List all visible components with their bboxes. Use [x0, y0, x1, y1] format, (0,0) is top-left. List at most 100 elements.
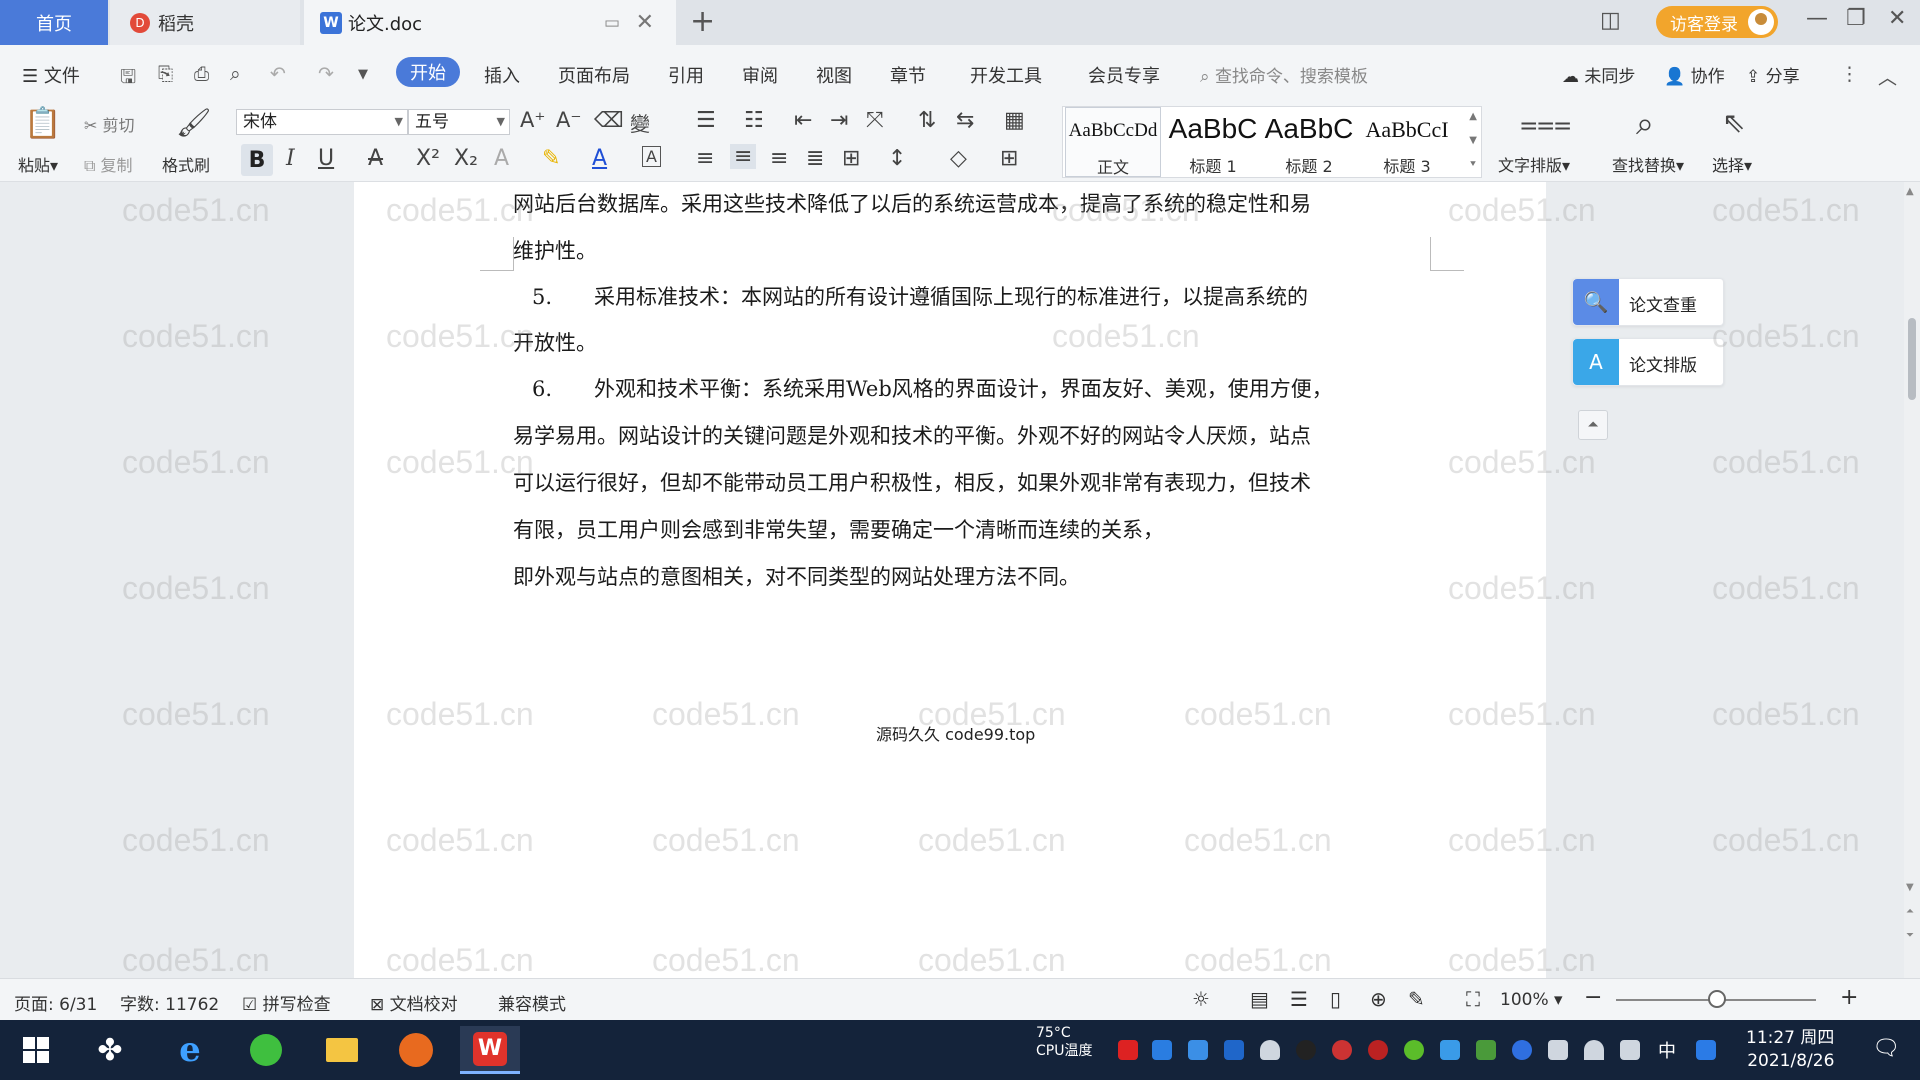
- redo-icon[interactable]: ↷: [318, 63, 334, 85]
- web-view-icon[interactable]: ⊕: [1370, 987, 1387, 1011]
- tab-view[interactable]: 视图: [816, 62, 852, 88]
- paste-button[interactable]: 粘贴▾: [18, 152, 58, 176]
- volume-icon[interactable]: [1620, 1040, 1640, 1060]
- line-spacing-icon[interactable]: ↕: [888, 146, 906, 171]
- italic-icon[interactable]: I: [286, 146, 295, 171]
- internet-explorer-icon[interactable]: e: [160, 1026, 220, 1074]
- justify-icon[interactable]: ≣: [806, 146, 824, 171]
- battery-icon[interactable]: [1548, 1040, 1568, 1060]
- style-heading-1[interactable]: AaBbC 标题 1: [1165, 107, 1261, 177]
- notification-center-icon[interactable]: 🗨: [1872, 1036, 1900, 1061]
- proofread-button[interactable]: ⊠ 文档校对: [370, 990, 458, 1015]
- edit-view-icon[interactable]: ✎: [1408, 987, 1425, 1011]
- align-right-icon[interactable]: ≡: [770, 146, 788, 171]
- undo-icon[interactable]: ↶: [270, 63, 286, 85]
- tab-member[interactable]: 会员专享: [1088, 62, 1160, 88]
- float-window-icon[interactable]: ▭: [604, 13, 620, 33]
- paste-icon[interactable]: 📋: [24, 106, 61, 141]
- zoom-in-icon[interactable]: +: [1840, 985, 1858, 1010]
- tab-review[interactable]: 审阅: [742, 62, 778, 88]
- spell-check-button[interactable]: ☑ 拼写检查: [242, 990, 331, 1015]
- tray-app-icon[interactable]: [1440, 1040, 1460, 1060]
- format-painter-icon[interactable]: 🖌: [176, 106, 212, 139]
- guest-login-button[interactable]: 访客登录: [1656, 6, 1778, 38]
- tab-section[interactable]: 章节: [890, 62, 926, 88]
- text-layout-icon[interactable]: ⩶: [1520, 106, 1571, 141]
- align-center-icon[interactable]: ≡: [730, 144, 757, 169]
- expand-styles-icon[interactable]: ⯆: [1469, 159, 1477, 170]
- tab-references[interactable]: 引用: [668, 62, 704, 88]
- nvidia-icon[interactable]: [1476, 1040, 1496, 1060]
- tray-app-icon[interactable]: [1188, 1040, 1208, 1060]
- reading-view-icon[interactable]: ▯: [1330, 987, 1341, 1011]
- close-tab-icon[interactable]: ✕: [636, 10, 654, 35]
- text-direction-icon[interactable]: ⤧: [866, 108, 884, 133]
- more-options-icon[interactable]: ⋮: [1840, 63, 1859, 85]
- superscript-icon[interactable]: X²: [416, 146, 440, 171]
- magnifier-icon[interactable]: ⌕: [1636, 104, 1654, 143]
- zoom-level[interactable]: 100% ▾: [1500, 990, 1563, 1010]
- font-name-select[interactable]: 宋体 ▼: [236, 109, 408, 135]
- file-explorer-icon[interactable]: [312, 1026, 372, 1074]
- numbered-list-icon[interactable]: ☷: [744, 108, 764, 133]
- tab-start[interactable]: 开始: [396, 57, 460, 87]
- increase-indent-icon[interactable]: ⇥: [830, 108, 848, 133]
- minimize-icon[interactable]: —: [1806, 6, 1828, 31]
- file-menu[interactable]: ☰ 文件: [22, 62, 80, 88]
- collaborate-button[interactable]: 👤 协作: [1664, 62, 1725, 87]
- strikethrough-icon[interactable]: A: [368, 146, 383, 171]
- document-page[interactable]: 网站后台数据库。采用这些技术降低了以后的系统运营成本，提高了系统的稳定性和易 维…: [354, 182, 1546, 978]
- wps-office-icon[interactable]: W: [460, 1026, 520, 1074]
- system-clock[interactable]: 11:27 周四 2021/8/26: [1746, 1027, 1834, 1073]
- tab-developer[interactable]: 开发工具: [970, 62, 1042, 88]
- cpu-temperature[interactable]: 75°C CPU温度: [1036, 1024, 1092, 1060]
- shield-icon[interactable]: [1224, 1040, 1244, 1060]
- align-left-icon[interactable]: ≡: [696, 146, 714, 171]
- zoom-slider-knob[interactable]: [1708, 990, 1726, 1008]
- decrease-indent-icon[interactable]: ⇤: [794, 108, 812, 133]
- tab-document[interactable]: W 论文.doc ▭ ✕: [304, 0, 676, 45]
- grow-font-icon[interactable]: A⁺: [520, 108, 545, 132]
- chevron-down-icon[interactable]: ▼: [1469, 135, 1477, 146]
- style-heading-3[interactable]: AaBbCcI 标题 3: [1359, 107, 1455, 177]
- tray-app-icon[interactable]: [1368, 1040, 1388, 1060]
- format-painter-button[interactable]: 格式刷: [162, 152, 210, 176]
- quick-access-dropdown-icon[interactable]: ▼: [358, 67, 368, 82]
- layout-toggle-icon[interactable]: ◫: [1600, 8, 1621, 33]
- output-icon[interactable]: ⎘: [158, 63, 173, 85]
- share-button[interactable]: ⇪ 分享: [1746, 62, 1800, 87]
- zoom-out-icon[interactable]: −: [1584, 985, 1602, 1010]
- cut-button[interactable]: ✂ 剪切: [84, 112, 135, 136]
- windows-start-icon[interactable]: [6, 1026, 66, 1074]
- shrink-font-icon[interactable]: A⁻: [556, 108, 581, 132]
- borders-icon[interactable]: ⊞: [1000, 146, 1018, 171]
- qq-icon[interactable]: [1296, 1040, 1316, 1060]
- tray-app-icon[interactable]: [1118, 1040, 1138, 1060]
- tab-home[interactable]: 首页: [0, 0, 108, 45]
- tab-page-layout[interactable]: 页面布局: [558, 62, 630, 88]
- bluetooth-icon[interactable]: [1512, 1040, 1532, 1060]
- distribute-icon[interactable]: ⊞: [842, 146, 860, 171]
- shading-icon[interactable]: ◇: [950, 146, 967, 171]
- word-count[interactable]: 字数: 11762: [120, 990, 219, 1015]
- underline-icon[interactable]: U: [318, 146, 334, 171]
- search-tray-icon[interactable]: [1696, 1040, 1716, 1060]
- subscript-icon[interactable]: X₂: [454, 146, 478, 171]
- bullet-list-icon[interactable]: ☰: [696, 108, 716, 133]
- scroll-thumb[interactable]: [1908, 318, 1916, 400]
- pinwheel-app-icon[interactable]: ✤: [80, 1026, 140, 1074]
- command-search[interactable]: ⌕ 查找命令、搜索模板: [1200, 62, 1368, 87]
- bold-icon[interactable]: B: [241, 144, 273, 176]
- vertical-scrollbar[interactable]: ▲ ▼ ⏶ ⏷: [1904, 182, 1920, 978]
- find-replace-button[interactable]: 查找替换▾: [1612, 152, 1684, 176]
- browser-360-icon[interactable]: [236, 1026, 296, 1074]
- tray-app-icon[interactable]: [1332, 1040, 1352, 1060]
- close-window-icon[interactable]: ✕: [1888, 6, 1906, 31]
- game-app-icon[interactable]: [386, 1026, 446, 1074]
- text-effect-icon[interactable]: A: [494, 146, 509, 171]
- eye-protection-icon[interactable]: ☼: [1192, 987, 1210, 1011]
- print-preview-icon[interactable]: ⌕: [230, 63, 241, 85]
- scroll-up-icon[interactable]: ▲: [1906, 186, 1914, 197]
- fit-page-icon[interactable]: ⛶: [1466, 987, 1480, 1011]
- phonetic-guide-icon[interactable]: 變: [630, 108, 650, 137]
